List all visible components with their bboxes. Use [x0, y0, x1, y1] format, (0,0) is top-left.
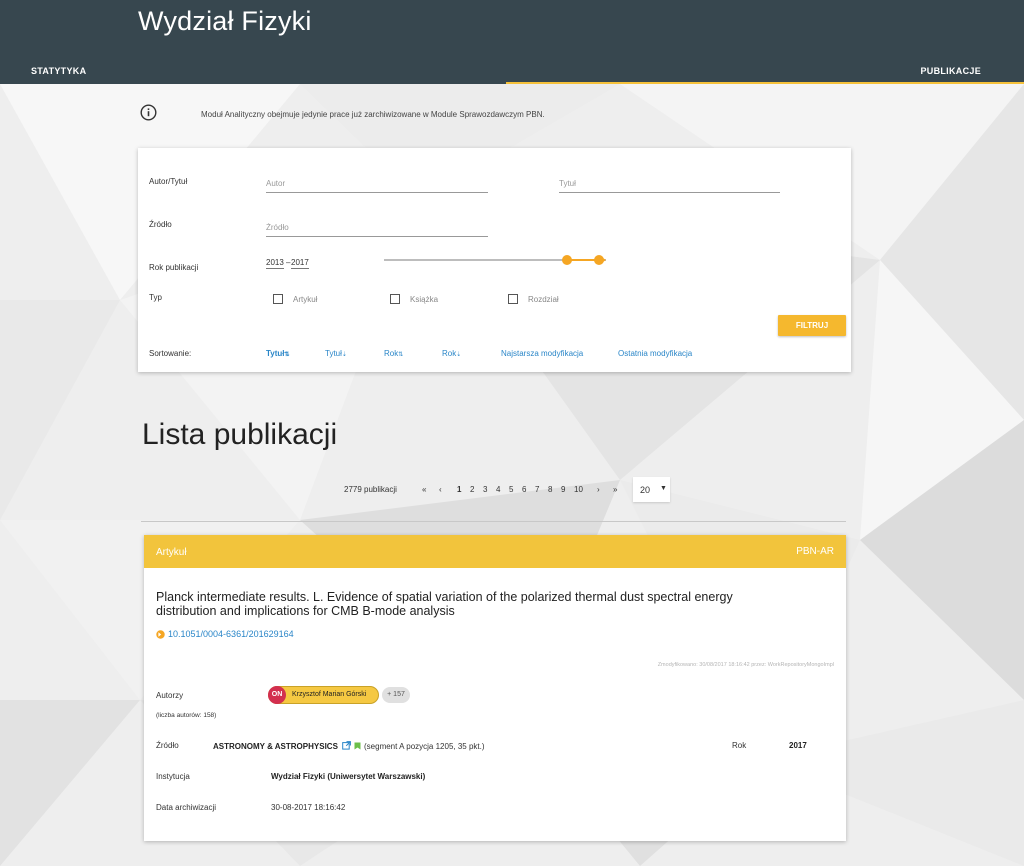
publication-title[interactable]: Planck intermediate results. L. Evidence… [156, 590, 736, 618]
external-link-icon[interactable] [342, 741, 351, 750]
publication-type: Artykuł [156, 547, 187, 558]
page-size-value: 20 [640, 485, 651, 495]
publication-year: 2017 [789, 741, 807, 750]
pagination-first[interactable]: « [422, 485, 426, 494]
chevron-down-icon: ▼ [660, 485, 667, 492]
author-name[interactable]: Krzysztof Marian Górski [292, 691, 366, 698]
year-label: Rok publikacji [149, 263, 199, 272]
author-input[interactable] [266, 175, 488, 193]
institution-name: Wydział Fizyki (Uniwersytet Warszawski) [271, 772, 426, 781]
archive-date: 30-08-2017 18:16:42 [271, 803, 346, 812]
pagination-next[interactable]: › [597, 485, 600, 494]
author-title-label: Autor/Tytuł [149, 177, 188, 186]
filter-panel: Autor/Tytuł Źródło Rok publikacji 2013 –… [138, 148, 851, 372]
authors-label: Autorzy [156, 691, 184, 700]
year-slider-min-handle[interactable] [562, 255, 572, 265]
publication-count: 2779 publikacji [344, 485, 397, 494]
pagination-page-4[interactable]: 4 [496, 485, 500, 494]
pagination-last[interactable]: » [613, 485, 617, 494]
checkbox-ksiazka[interactable] [390, 294, 400, 304]
orcid-badge-text: ON [271, 691, 283, 698]
modification-info: Zmodyfikowano: 30/08/2017 18:16:42 przez… [657, 662, 834, 668]
sort-oldest-modification[interactable]: Najstarsza modyfikacja [501, 349, 583, 358]
orcid-badge-icon: ON [268, 686, 286, 704]
source-segment: (segment A pozycja 1205, 35 pkt.) [364, 742, 485, 751]
sort-label: Sortowanie: [149, 349, 192, 358]
checkbox-rozdzial-label: Rozdział [528, 295, 559, 304]
title-input[interactable] [559, 175, 780, 193]
sort-desc-icon: ⇣ [456, 352, 462, 358]
page-title: Wydział Fizyki [138, 6, 312, 36]
source-journal[interactable]: ASTRONOMY & ASTROPHYSICS [213, 742, 338, 751]
sort-asc-icon: ⇅ [398, 352, 404, 358]
year-dash: – [286, 258, 291, 267]
publication-card-header: Artykuł PBN-AR [144, 535, 846, 568]
pagination-prev[interactable]: ‹ [439, 485, 442, 494]
sort-latest-modification[interactable]: Ostatnia modyfikacja [618, 349, 692, 358]
source-label: Źródło [149, 220, 172, 229]
institution-label: Instytucja [156, 772, 190, 781]
checkbox-ksiazka-label: Książka [410, 295, 439, 304]
sort-year-desc[interactable]: Rok⇣ [442, 349, 461, 358]
checkbox-artykul[interactable] [273, 294, 283, 304]
archive-date-label: Data archiwizacji [156, 803, 217, 812]
publication-code: PBN-AR [796, 546, 834, 557]
sort-title-asc[interactable]: Tytuł⇅ [266, 349, 290, 358]
pagination-page-5[interactable]: 5 [509, 485, 513, 494]
doi-icon [156, 630, 165, 639]
sort-year-asc[interactable]: Rok⇅ [384, 349, 403, 358]
pagination-page-7[interactable]: 7 [535, 485, 539, 494]
checkbox-artykul-label: Artykuł [293, 295, 318, 304]
sort-year-asc-label: Rok [384, 349, 399, 358]
list-divider [141, 521, 846, 522]
filter-button[interactable]: FILTRUJ [778, 315, 846, 336]
sort-year-desc-label: Rok [442, 349, 457, 358]
info-icon [140, 104, 157, 121]
source-label: Źródło [156, 741, 179, 750]
source-input[interactable] [266, 219, 488, 237]
pagination-page-3[interactable]: 3 [483, 485, 487, 494]
year-from-input[interactable]: 2013 [266, 258, 284, 269]
app-header: Wydział Fizyki STATYTYKA PUBLIKACJE [0, 0, 1024, 84]
year-label: Rok [732, 741, 747, 750]
bookmark-icon [354, 742, 361, 750]
slider-arrow-icon [600, 256, 606, 264]
pagination-page-9[interactable]: 9 [561, 485, 565, 494]
tab-publikacje[interactable]: PUBLIKACJE [920, 66, 981, 76]
tab-active-indicator [506, 82, 1024, 84]
pagination-page-6[interactable]: 6 [522, 485, 526, 494]
pagination-page-2[interactable]: 2 [470, 485, 474, 494]
sort-title-desc[interactable]: Tytuł⇣ [325, 349, 347, 358]
sort-asc-icon: ⇅ [284, 352, 290, 358]
year-to-input[interactable]: 2017 [291, 258, 309, 269]
more-authors-chip[interactable]: + 157 [382, 687, 410, 703]
sort-title-desc-label: Tytuł [325, 349, 342, 358]
pagination-page-10[interactable]: 10 [574, 485, 583, 494]
pagination-page-8[interactable]: 8 [548, 485, 552, 494]
checkbox-rozdzial[interactable] [508, 294, 518, 304]
type-label: Typ [149, 293, 162, 302]
tab-statystyka[interactable]: STATYTYKA [31, 66, 86, 76]
pagination-page-1[interactable]: 1 [457, 485, 461, 494]
publication-card: Artykuł PBN-AR Planck intermediate resul… [144, 535, 846, 841]
info-message: Moduł Analityczny obejmuje jedynie prace… [201, 110, 545, 119]
doi-link[interactable]: 10.1051/0004-6361/201629164 [168, 629, 294, 639]
sort-title-asc-label: Tytuł [266, 349, 285, 358]
list-title: Lista publikacji [142, 418, 338, 451]
sort-desc-icon: ⇣ [341, 352, 347, 358]
page-size-select[interactable]: 20 ▼ [633, 477, 670, 502]
authors-count: (liczba autorów: 158) [156, 712, 217, 719]
